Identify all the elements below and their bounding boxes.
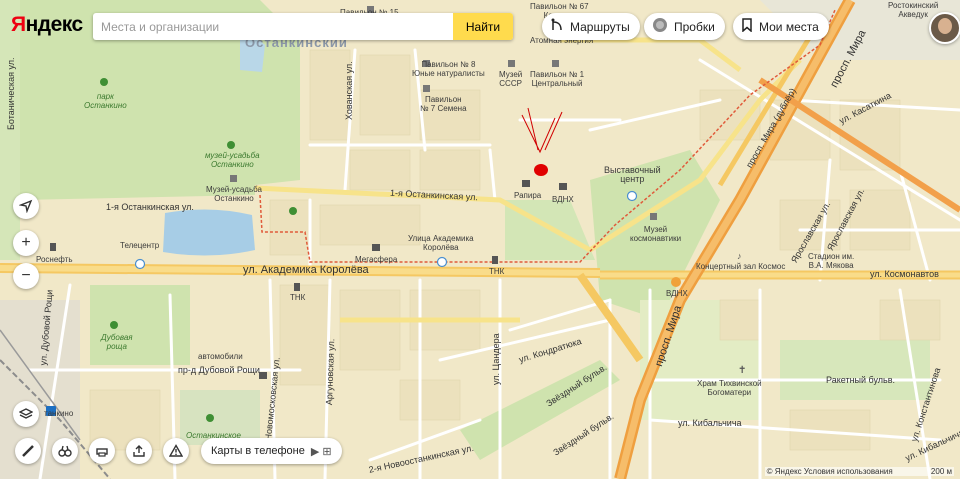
- zoom-in-button[interactable]: +: [13, 230, 39, 256]
- search-input[interactable]: [93, 13, 449, 40]
- vdnkh-label: ВДНХ: [552, 195, 574, 204]
- tnk-label-2: ТНК: [290, 293, 306, 302]
- printer-icon: [96, 448, 108, 457]
- my-places-button[interactable]: Мои места: [733, 13, 829, 40]
- park-label: парк Останкино: [84, 92, 127, 110]
- pavilion1-label: Павильон № 1 Центральный: [530, 70, 585, 88]
- akvedukt-label: Ростокинский Акведук: [888, 1, 939, 19]
- yandex-logo[interactable]: Яндекс: [11, 13, 83, 37]
- rapira-label: Рапира: [514, 191, 542, 200]
- zoom-out-button[interactable]: −: [13, 263, 39, 289]
- street-pr-dubovoy-roshchi: пр-д Дубовой Рощи: [178, 365, 260, 375]
- copyright-text[interactable]: © Яндекс Условия использования: [767, 467, 893, 476]
- user-avatar[interactable]: [929, 12, 960, 44]
- layers-icon: [19, 408, 33, 419]
- svg-text:✝: ✝: [738, 365, 746, 376]
- store-icons: ▶ ⊞: [310, 445, 332, 458]
- pavilion7-label: Павильон № 7 Семена: [420, 95, 467, 113]
- report-button[interactable]: [163, 438, 189, 464]
- location-arrow-icon: [19, 199, 33, 213]
- ostankino-pond: [163, 209, 255, 256]
- print-button[interactable]: [89, 438, 115, 464]
- cosmos-museum-label: Музей космонавтики: [630, 225, 682, 243]
- traffic-icon: [652, 17, 668, 36]
- museum-estate-label: Музей-усадьба Останкино: [206, 185, 262, 203]
- street-akademika-koroleva: ул. Академика Королёва: [243, 264, 369, 276]
- geolocation-button[interactable]: [13, 193, 39, 219]
- panorama-button[interactable]: [52, 438, 78, 464]
- ruler-button[interactable]: [15, 438, 41, 464]
- annotation-red-dot: [534, 164, 548, 176]
- footer-copyright[interactable]: © Яндекс Условия использования 200 м: [764, 467, 954, 476]
- park-dubovaya: [90, 285, 190, 365]
- street-tsandera: ул. Цандера: [491, 333, 501, 385]
- street-raketny: Ракетный бульв.: [826, 375, 896, 385]
- street-kosmonavtov: ул. Космонавтов: [870, 269, 939, 279]
- street-kibalchicha: ул. Кибальчича: [678, 418, 742, 428]
- routes-button[interactable]: Маршруты: [542, 13, 640, 40]
- concert-hall-label: Концертный зал Космос: [696, 262, 786, 271]
- khram-label: Храм Тихвинской Богоматери: [697, 379, 762, 397]
- mobile-apps-banner[interactable]: Карты в телефоне ▶ ⊞: [201, 438, 342, 464]
- bookmark-icon: [741, 18, 753, 35]
- museum-estate-green-label: музей-усадьба Останкино: [205, 151, 260, 169]
- share-button[interactable]: [126, 438, 152, 464]
- scale-label: 200 м: [930, 467, 952, 476]
- vdnkh-metro-label: ВДНХ: [666, 289, 688, 298]
- ruler-icon: [22, 445, 34, 457]
- park-botanic-strip: [0, 0, 20, 260]
- routes-icon: [550, 18, 564, 35]
- ostankino-station-label: танкино: [44, 409, 74, 418]
- street-botanicheskaya: Ботаническая ул.: [6, 57, 16, 130]
- warning-icon: [169, 444, 183, 457]
- mobile-apps-label: Карты в телефоне: [211, 445, 305, 457]
- share-icon: [133, 445, 145, 457]
- traffic-label: Пробки: [674, 19, 715, 34]
- park-right: [780, 340, 930, 400]
- dubovaya-roshcha-label: Дубовая роща: [101, 333, 133, 351]
- metro-vdnkh-icon: [671, 277, 681, 287]
- my-places-label: Мои места: [759, 19, 819, 34]
- routes-label: Маршруты: [570, 19, 630, 34]
- street-khovanskaya: Хованская ул.: [344, 61, 354, 120]
- layers-button[interactable]: [13, 401, 39, 427]
- svg-text:♪: ♪: [737, 251, 742, 261]
- search-box: Найти: [93, 13, 513, 40]
- museum-ussr-label: Музей СССР: [499, 70, 523, 88]
- megasfera-label: Мегасфера: [355, 255, 398, 264]
- binoculars-icon: [58, 445, 72, 457]
- station-koroleva-label: Улица Академика Королёва: [408, 234, 474, 252]
- exhibition-center-label: Выставочный центр: [604, 165, 661, 184]
- find-button[interactable]: Найти: [453, 13, 513, 40]
- stadium-label: Стадион им. В.А. Мякова: [808, 252, 855, 270]
- telecenter-label: Телецентр: [120, 241, 160, 250]
- tnk-label: ТНК: [489, 267, 505, 276]
- avtomobili-label: автомобили: [198, 352, 243, 361]
- traffic-button[interactable]: Пробки: [644, 13, 725, 40]
- street-1ya-ostankinskaya-w: 1-я Останкинская ул.: [106, 202, 194, 212]
- pavilion8-label: Павильон № 8 Юные натуралисты: [412, 60, 485, 78]
- rosneft-label: Роснефть: [36, 255, 73, 264]
